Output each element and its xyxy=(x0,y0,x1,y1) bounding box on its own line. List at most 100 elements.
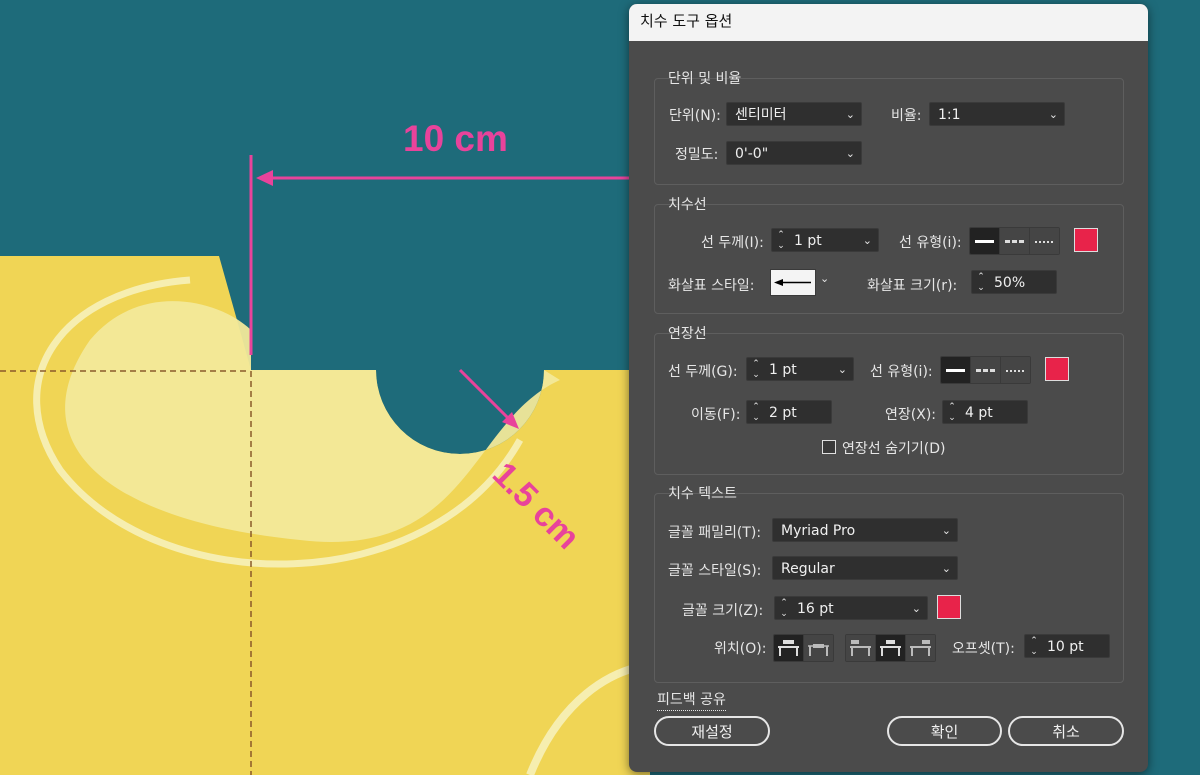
position-center-option[interactable] xyxy=(804,635,833,661)
chevron-down-icon: ⌄ xyxy=(845,108,855,121)
font-family-dropdown[interactable]: Myriad Pro ⌄ xyxy=(772,518,958,542)
chevron-down-icon[interactable]: ⌄ xyxy=(863,229,872,253)
solid-line-option[interactable] xyxy=(941,357,971,383)
ratio-value: 1:1 xyxy=(938,107,961,123)
dotted-line-icon xyxy=(1006,370,1025,372)
cancel-button[interactable]: 취소 xyxy=(1008,716,1124,746)
dashed-line-option[interactable] xyxy=(971,357,1001,383)
horizontal-dimension-label: 10 cm xyxy=(403,118,508,159)
chevron-down-icon: ⌄ xyxy=(941,562,951,575)
arrow-style-preview xyxy=(770,269,816,296)
unit-dropdown[interactable]: 센티미터 ⌄ xyxy=(726,102,862,126)
font-size-value: 16 pt xyxy=(797,601,834,617)
text-above-icon xyxy=(778,640,799,656)
dashed-line-icon xyxy=(1005,240,1024,243)
move-label: 이동(F): xyxy=(691,407,741,423)
left-arrow-icon xyxy=(774,279,811,286)
move-stepper[interactable]: ⌃ ⌄ 2 pt xyxy=(746,400,832,424)
dimension-type-label: 선 유형(i): xyxy=(899,235,962,251)
hide-extension-label[interactable]: 연장선 숨기기(D) xyxy=(842,438,945,458)
stepper-arrows-icon[interactable]: ⌃ ⌄ xyxy=(974,271,988,294)
dimension-weight-value: 1 pt xyxy=(794,233,822,249)
arrow-style-label: 화살표 스타일: xyxy=(668,278,755,294)
ratio-dropdown[interactable]: 1:1 ⌄ xyxy=(929,102,1065,126)
chevron-down-icon: ⌄ xyxy=(941,524,951,537)
dimension-line-title: 치수선 xyxy=(668,197,707,213)
units-section-title: 단위 및 비율 xyxy=(668,71,742,87)
font-family-value: Myriad Pro xyxy=(781,523,856,539)
stepper-arrows-icon[interactable]: ⌃ ⌄ xyxy=(749,401,763,424)
font-size-label: 글꼴 크기(Z): xyxy=(682,603,764,619)
solid-line-option[interactable] xyxy=(970,228,1000,254)
extend-value: 4 pt xyxy=(965,405,993,421)
ratio-label: 비율: xyxy=(891,108,922,124)
chevron-down-icon[interactable]: ⌄ xyxy=(912,597,921,621)
stepper-arrows-icon[interactable]: ⌃ ⌄ xyxy=(945,401,959,424)
font-style-label: 글꼴 스타일(S): xyxy=(668,563,762,579)
dimension-text-title: 치수 텍스트 xyxy=(668,486,737,502)
position-label: 위치(O): xyxy=(714,641,767,657)
dotted-line-icon xyxy=(1035,241,1054,243)
text-left-icon xyxy=(850,640,871,656)
dotted-line-option[interactable] xyxy=(1030,228,1059,254)
arrow-size-stepper[interactable]: ⌃ ⌄ 50% xyxy=(971,270,1057,294)
solid-line-icon xyxy=(946,369,965,372)
hide-extension-checkbox[interactable] xyxy=(822,440,836,454)
dimension-tool-options-dialog: 치수 도구 옵션 단위 및 비율 단위(N): 센티미터 ⌄ 비율: 1:1 ⌄… xyxy=(629,4,1148,772)
chevron-down-icon: ⌄ xyxy=(820,272,830,285)
text-color-swatch[interactable] xyxy=(937,595,961,619)
dimension-color-swatch[interactable] xyxy=(1074,228,1098,252)
extension-line-title: 연장선 xyxy=(668,326,707,342)
extend-stepper[interactable]: ⌃ ⌄ 4 pt xyxy=(942,400,1028,424)
align-right-option[interactable] xyxy=(906,635,935,661)
dimension-arrowhead xyxy=(256,170,273,186)
solid-line-icon xyxy=(975,240,994,243)
dashed-line-icon xyxy=(976,369,995,372)
precision-label: 정밀도: xyxy=(675,147,719,163)
stepper-arrows-icon[interactable]: ⌃ ⌄ xyxy=(749,358,763,381)
offset-label: 오프셋(T): xyxy=(952,641,1015,657)
chevron-down-icon: ⌄ xyxy=(845,147,855,160)
position-above-option[interactable] xyxy=(774,635,804,661)
extension-weight-stepper[interactable]: ⌃ ⌄ 1 pt ⌄ xyxy=(746,357,854,381)
offset-stepper[interactable]: ⌃ ⌄ 10 pt xyxy=(1024,634,1110,658)
unit-value: 센티미터 xyxy=(735,107,787,123)
stepper-arrows-icon[interactable]: ⌃ ⌄ xyxy=(1027,635,1041,658)
extension-color-swatch[interactable] xyxy=(1045,357,1069,381)
unit-label: 단위(N): xyxy=(669,108,721,124)
chevron-down-icon: ⌄ xyxy=(1048,108,1058,121)
offset-value: 10 pt xyxy=(1047,639,1084,655)
extension-weight-label: 선 두께(G): xyxy=(668,364,738,380)
font-family-label: 글꼴 패밀리(T): xyxy=(668,525,762,541)
dimension-weight-stepper[interactable]: ⌃ ⌄ 1 pt ⌄ xyxy=(771,228,879,252)
stepper-arrows-icon[interactable]: ⌃ ⌄ xyxy=(777,597,791,620)
arrow-style-dropdown[interactable]: ⌄ xyxy=(770,269,836,296)
precision-value: 0'-0" xyxy=(735,146,769,162)
ok-button[interactable]: 확인 xyxy=(887,716,1002,746)
units-section xyxy=(654,78,1124,185)
chevron-down-icon[interactable]: ⌄ xyxy=(838,358,847,382)
text-position-group-1[interactable] xyxy=(773,634,834,662)
dimension-line-type-selector[interactable] xyxy=(969,227,1060,255)
extension-type-label: 선 유형(i): xyxy=(870,364,933,380)
precision-dropdown[interactable]: 0'-0" ⌄ xyxy=(726,141,862,165)
dotted-line-option[interactable] xyxy=(1001,357,1030,383)
dimension-line-section xyxy=(654,204,1124,314)
move-value: 2 pt xyxy=(769,405,797,421)
text-position-group-2[interactable] xyxy=(845,634,936,662)
align-center-option[interactable] xyxy=(876,635,906,661)
text-center-icon xyxy=(880,640,901,656)
text-inline-icon xyxy=(808,644,829,656)
radius-line xyxy=(458,368,511,421)
extend-label: 연장(X): xyxy=(885,407,936,423)
dimension-weight-label: 선 두께(I): xyxy=(701,235,764,251)
feedback-link[interactable]: 피드백 공유 xyxy=(657,689,726,711)
arrow-size-value: 50% xyxy=(994,275,1026,291)
dashed-line-option[interactable] xyxy=(1000,228,1030,254)
font-size-stepper[interactable]: ⌃ ⌄ 16 pt ⌄ xyxy=(774,596,928,620)
font-style-dropdown[interactable]: Regular ⌄ xyxy=(772,556,958,580)
extension-line-type-selector[interactable] xyxy=(940,356,1031,384)
reset-button[interactable]: 재설정 xyxy=(654,716,770,746)
stepper-arrows-icon[interactable]: ⌃ ⌄ xyxy=(774,229,788,252)
align-left-option[interactable] xyxy=(846,635,876,661)
